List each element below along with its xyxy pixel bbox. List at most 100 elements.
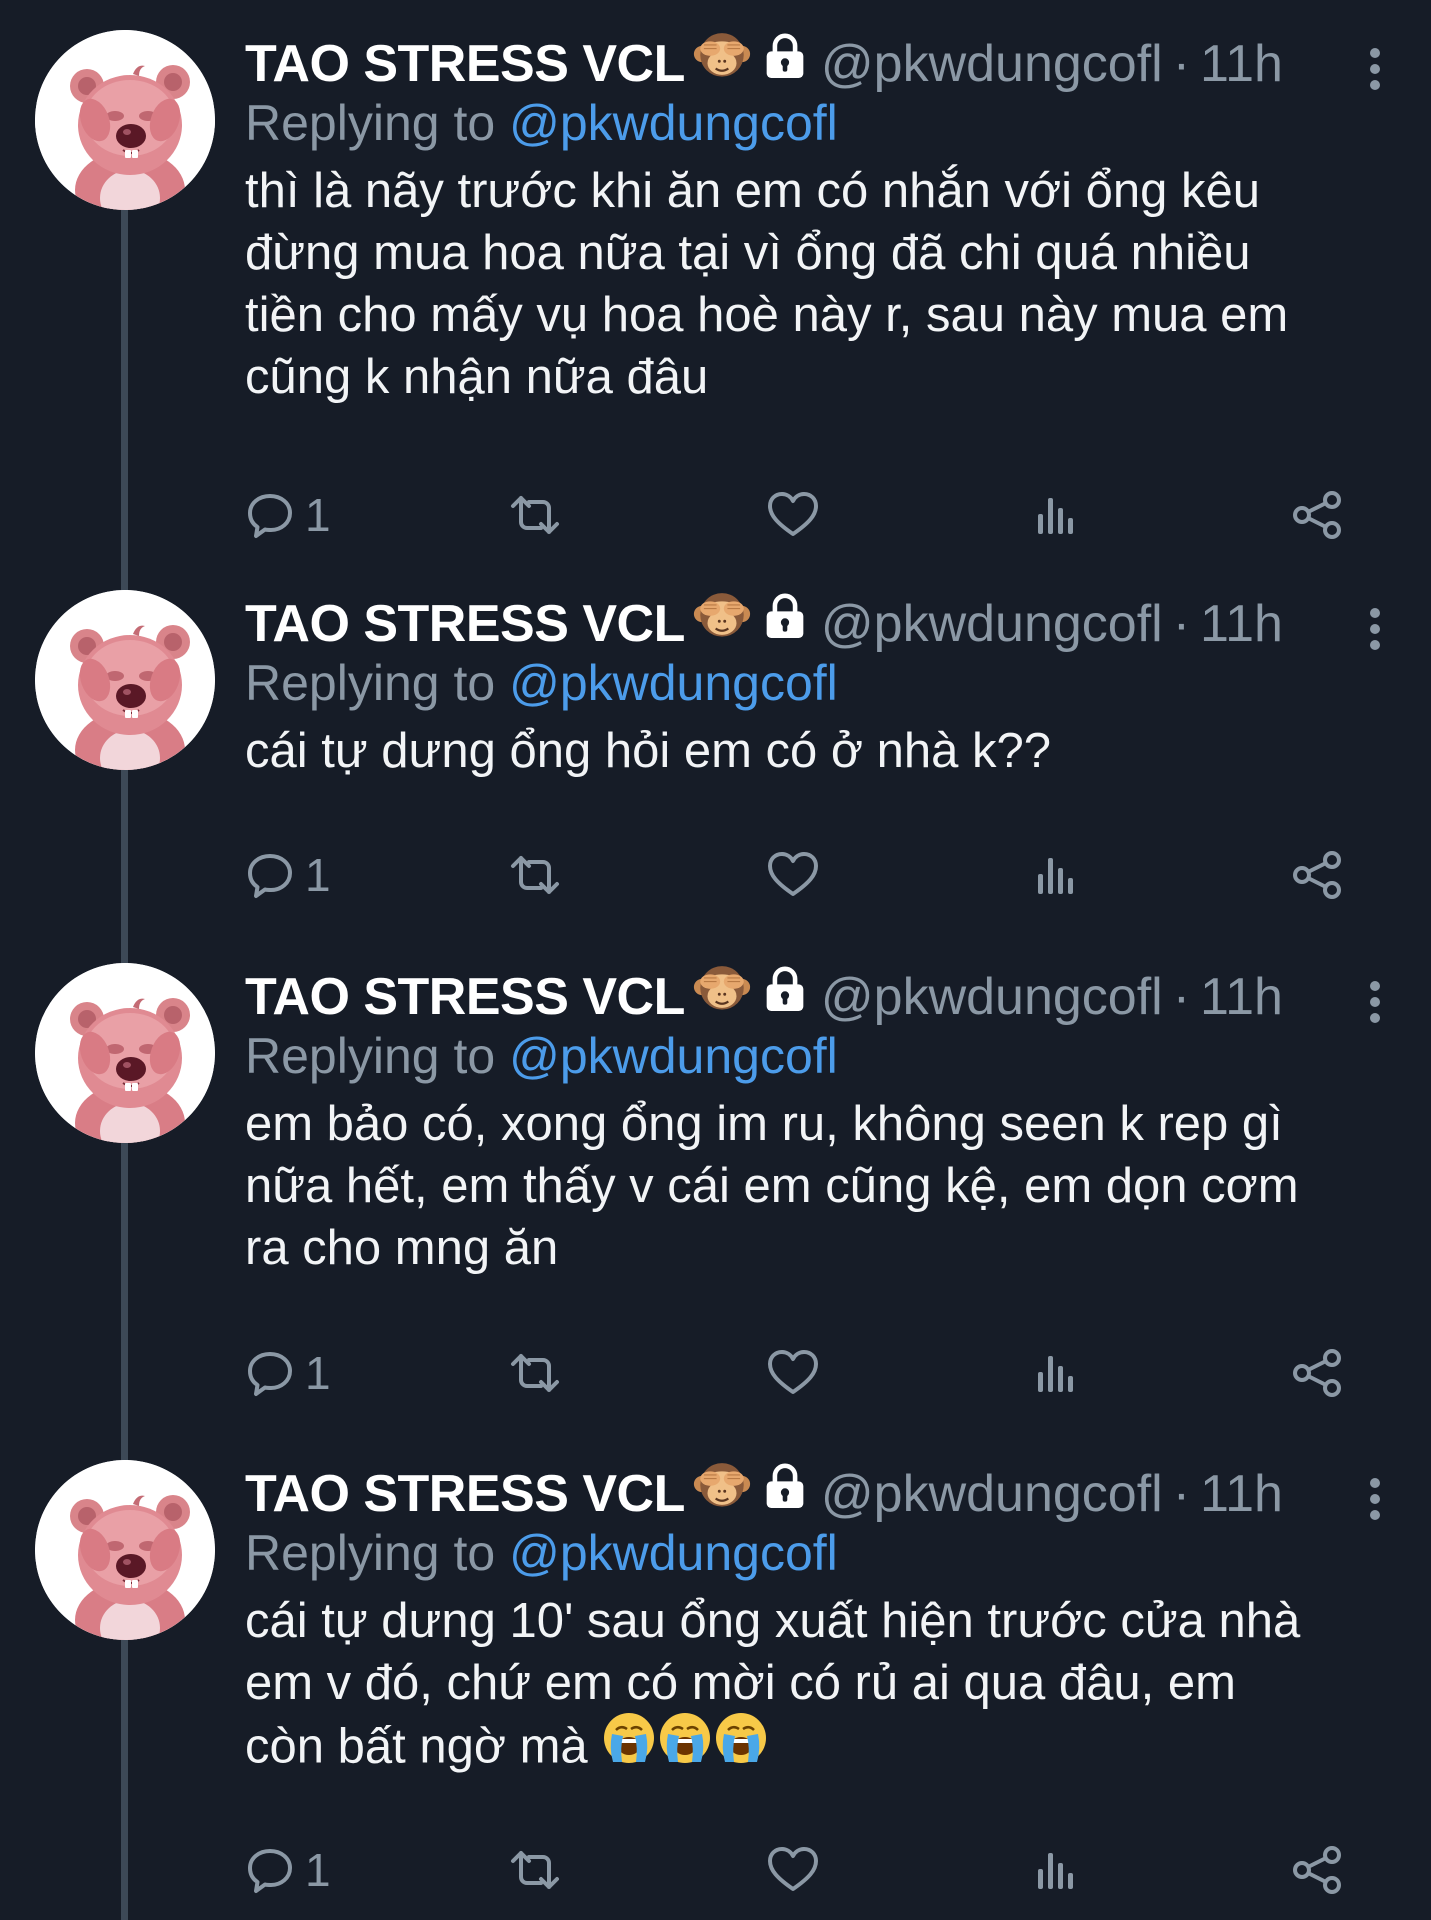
lock-icon (763, 1459, 807, 1527)
timestamp[interactable]: 11h (1200, 968, 1283, 1026)
avatar[interactable] (35, 590, 215, 770)
views-icon (1030, 490, 1080, 540)
replying-to-handle[interactable]: @pkwdungcofl (509, 95, 838, 151)
tweet-actions: 1 (245, 1343, 1355, 1403)
share-icon (1290, 850, 1344, 900)
views-icon (1030, 1348, 1080, 1398)
retweet-button[interactable] (505, 1840, 565, 1900)
replying-to-line: Replying to @pkwdungcofl (245, 94, 1395, 152)
reply-icon (245, 490, 295, 540)
like-button[interactable] (765, 1343, 821, 1403)
more-options-icon[interactable] (1355, 602, 1395, 650)
tweet-text-container: cái tự dưng 10' sau ổng xuất hiện trước … (245, 1590, 1395, 1785)
replying-to-line: Replying to @pkwdungcofl (245, 1524, 1395, 1582)
tweet-actions: 1 (245, 485, 1355, 545)
more-options-icon[interactable] (1355, 975, 1395, 1023)
separator: · (1172, 968, 1191, 1027)
tweet-text: cái tự dưng 10' sau ổng xuất hiện trước … (245, 1594, 1301, 1774)
reply-button[interactable]: 1 (245, 485, 331, 545)
more-options-icon[interactable] (1355, 42, 1395, 90)
views-icon (1030, 850, 1080, 900)
tweet-content: TAO STRESS VCL @pkwdungcofl · 11h Replying … (245, 963, 1395, 1279)
like-button[interactable] (765, 485, 821, 545)
retweet-icon (505, 1845, 565, 1895)
replying-to-label: Replying to (245, 95, 496, 151)
tweet-content: TAO STRESS VCL @pkwdungcofl · 11h Replying … (245, 30, 1395, 408)
reply-count: 1 (305, 1347, 331, 1399)
share-button[interactable] (1290, 485, 1344, 545)
see-no-evil-monkey-icon (693, 25, 751, 100)
see-no-evil-monkey-icon (693, 1455, 751, 1530)
retweet-icon (505, 490, 565, 540)
like-icon (765, 490, 821, 540)
loudly-crying-face-icon (713, 1710, 769, 1781)
tweet-text: thì là nãy trước khi ăn em có nhắn với ổ… (245, 164, 1289, 404)
reply-button[interactable]: 1 (245, 1840, 331, 1900)
user-handle[interactable]: @pkwdungcofl (821, 35, 1163, 93)
like-button[interactable] (765, 845, 821, 905)
replying-to-handle[interactable]: @pkwdungcofl (509, 1525, 838, 1581)
replying-to-line: Replying to @pkwdungcofl (245, 1027, 1395, 1085)
see-no-evil-monkey-icon (693, 585, 751, 660)
like-button[interactable] (765, 1840, 821, 1900)
reply-button[interactable]: 1 (245, 1343, 331, 1403)
see-no-evil-monkey-icon (693, 958, 751, 1033)
user-handle[interactable]: @pkwdungcofl (821, 595, 1163, 653)
display-name[interactable]: TAO STRESS VCL (245, 968, 685, 1026)
reply-button[interactable]: 1 (245, 845, 331, 905)
display-name[interactable]: TAO STRESS VCL (245, 1465, 685, 1523)
replying-to-label: Replying to (245, 1028, 496, 1084)
tweet-header: TAO STRESS VCL @pkwdungcofl · 11h (245, 1460, 1395, 1528)
like-icon (765, 1845, 821, 1895)
reply-count: 1 (305, 849, 331, 901)
reply-icon (245, 1845, 295, 1895)
tweet-actions: 1 (245, 1840, 1355, 1900)
avatar[interactable] (35, 1460, 215, 1640)
tweet-actions: 1 (245, 845, 1355, 905)
replying-to-label: Replying to (245, 655, 496, 711)
views-button[interactable] (1030, 845, 1080, 905)
retweet-icon (505, 850, 565, 900)
timestamp[interactable]: 11h (1200, 1465, 1283, 1523)
timestamp[interactable]: 11h (1200, 35, 1283, 93)
retweet-button[interactable] (505, 1343, 565, 1403)
separator: · (1172, 1465, 1191, 1524)
replying-to-label: Replying to (245, 1525, 496, 1581)
views-icon (1030, 1845, 1080, 1895)
replying-to-line: Replying to @pkwdungcofl (245, 654, 1395, 712)
reply-icon (245, 1348, 295, 1398)
lock-icon (763, 962, 807, 1030)
more-options-icon[interactable] (1355, 1472, 1395, 1520)
replying-to-handle[interactable]: @pkwdungcofl (509, 655, 838, 711)
like-icon (765, 850, 821, 900)
user-handle[interactable]: @pkwdungcofl (821, 1465, 1163, 1523)
share-button[interactable] (1290, 1343, 1344, 1403)
views-button[interactable] (1030, 485, 1080, 545)
display-name[interactable]: TAO STRESS VCL (245, 595, 685, 653)
like-icon (765, 1348, 821, 1398)
avatar[interactable] (35, 963, 215, 1143)
retweet-button[interactable] (505, 485, 565, 545)
views-button[interactable] (1030, 1343, 1080, 1403)
share-icon (1290, 1348, 1344, 1398)
reply-icon (245, 850, 295, 900)
separator: · (1172, 595, 1191, 654)
avatar[interactable] (35, 30, 215, 210)
retweet-button[interactable] (505, 845, 565, 905)
share-icon (1290, 490, 1344, 540)
share-icon (1290, 1845, 1344, 1895)
replying-to-handle[interactable]: @pkwdungcofl (509, 1028, 838, 1084)
display-name[interactable]: TAO STRESS VCL (245, 35, 685, 93)
timestamp[interactable]: 11h (1200, 595, 1283, 653)
tweet-text: cái tự dưng ổng hỏi em có ở nhà k?? (245, 724, 1051, 778)
reply-count: 1 (305, 1844, 331, 1896)
lock-icon (763, 589, 807, 657)
user-handle[interactable]: @pkwdungcofl (821, 968, 1163, 1026)
lock-icon (763, 29, 807, 97)
share-button[interactable] (1290, 1840, 1344, 1900)
loudly-crying-face-icon (657, 1710, 713, 1781)
loudly-crying-face-icon (601, 1710, 657, 1781)
share-button[interactable] (1290, 845, 1344, 905)
tweet-header: TAO STRESS VCL @pkwdungcofl · 11h (245, 963, 1395, 1031)
views-button[interactable] (1030, 1840, 1080, 1900)
